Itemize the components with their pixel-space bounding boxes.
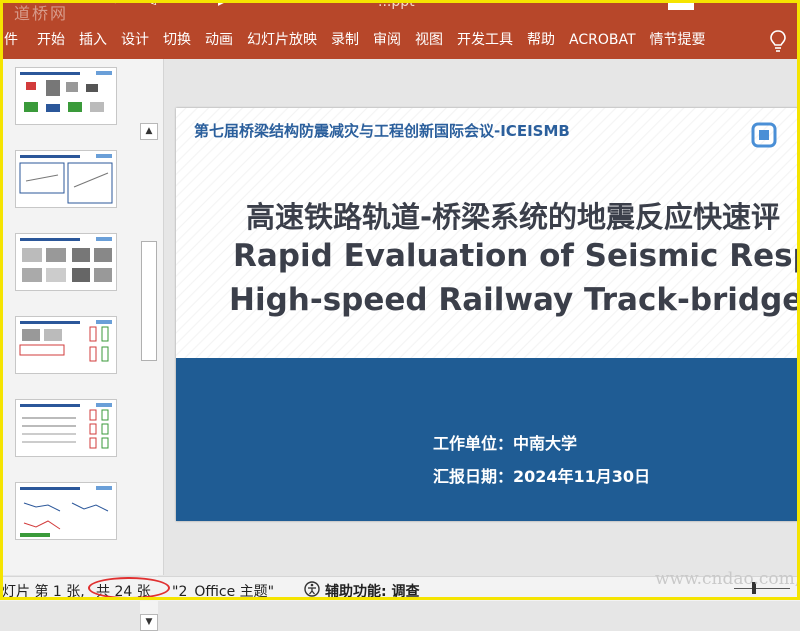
tab-review[interactable]: 审阅 xyxy=(366,22,408,59)
triangle-down-icon[interactable]: ▼ xyxy=(140,614,158,631)
tab-animations[interactable]: 动画 xyxy=(198,22,240,59)
tab-help[interactable]: 帮助 xyxy=(520,22,562,59)
tab-storyboard[interactable]: 情节提要 xyxy=(643,22,713,59)
tab-transitions[interactable]: 切换 xyxy=(156,22,198,59)
avatar[interactable] xyxy=(668,0,694,14)
qat-undo-icon[interactable]: ↶ xyxy=(112,0,124,10)
document-title: ...ppt xyxy=(378,0,415,10)
site-watermark: www.cndao.com, xyxy=(655,569,800,589)
slide-thumbnail[interactable] xyxy=(15,67,117,125)
tab-record[interactable]: 录制 xyxy=(324,22,366,59)
slide-thumbnail[interactable] xyxy=(15,150,117,208)
ribbon-tabs: 件 开始 插入 设计 切换 动画 幻灯片放映 录制 审阅 视图 开发工具 帮助 … xyxy=(0,22,800,59)
scroll-thumb[interactable] xyxy=(141,241,157,361)
title-bar: 道桥网 ↶ ✎ ▸ ...ppt xyxy=(0,0,800,22)
slide-title-en-line1: Rapid Evaluation of Seismic Response xyxy=(233,238,800,274)
tab-slideshow[interactable]: 幻灯片放映 xyxy=(240,22,324,59)
red-annotation-ellipse xyxy=(88,577,170,599)
triangle-up-icon[interactable]: ▲ xyxy=(140,123,158,140)
tab-insert[interactable]: 插入 xyxy=(72,22,114,59)
report-date: 汇报日期：2024年11月30日 xyxy=(433,467,651,486)
conference-title: 第七届桥梁结构防震减灾与工程创新国际会议-ICEISMB xyxy=(194,122,570,140)
thumbnail-scrollbar[interactable]: ▲ ▼ xyxy=(140,123,158,631)
accessibility-status[interactable]: 辅助功能: 调查 xyxy=(325,581,419,601)
conference-logo-icon xyxy=(751,122,777,148)
slide-title-en-line2: High-speed Railway Track-bridge Sys xyxy=(229,282,800,318)
qat-pen-icon[interactable]: ✎ xyxy=(146,0,158,10)
slide-title-cn: 高速铁路轨道-桥梁系统的地震反应快速评 xyxy=(246,200,781,234)
work-unit: 工作单位：中南大学 xyxy=(433,434,578,453)
tab-file[interactable]: 件 xyxy=(0,22,30,59)
watermark-logo: 道桥网 xyxy=(14,4,69,22)
slide-thumbnail[interactable] xyxy=(15,316,117,374)
avatar-icon xyxy=(668,0,694,10)
tab-developer[interactable]: 开发工具 xyxy=(450,22,520,59)
slide-thumbnail[interactable] xyxy=(15,399,117,457)
qat-present-icon[interactable]: ▸ xyxy=(218,0,225,10)
slide-canvas[interactable]: 第七届桥梁结构防震减灾与工程创新国际会议-ICEISMB 高速铁路轨道-桥梁系统… xyxy=(176,108,800,521)
tab-view[interactable]: 视图 xyxy=(408,22,450,59)
lightbulb-icon[interactable] xyxy=(764,27,792,55)
slide-thumbnail[interactable] xyxy=(15,482,117,540)
tab-acrobat[interactable]: ACROBAT xyxy=(562,22,643,59)
scroll-track[interactable] xyxy=(140,140,158,614)
thumbnail-pane: ▲ ▼ xyxy=(0,59,164,631)
theme-name: "2_Office 主题" xyxy=(172,584,275,600)
slide-position[interactable]: 灯片 第 1 张, xyxy=(2,581,85,601)
tab-home[interactable]: 开始 xyxy=(30,22,72,59)
slide-thumbnail[interactable] xyxy=(15,233,117,291)
accessibility-icon[interactable] xyxy=(303,580,321,598)
tab-design[interactable]: 设计 xyxy=(114,22,156,59)
